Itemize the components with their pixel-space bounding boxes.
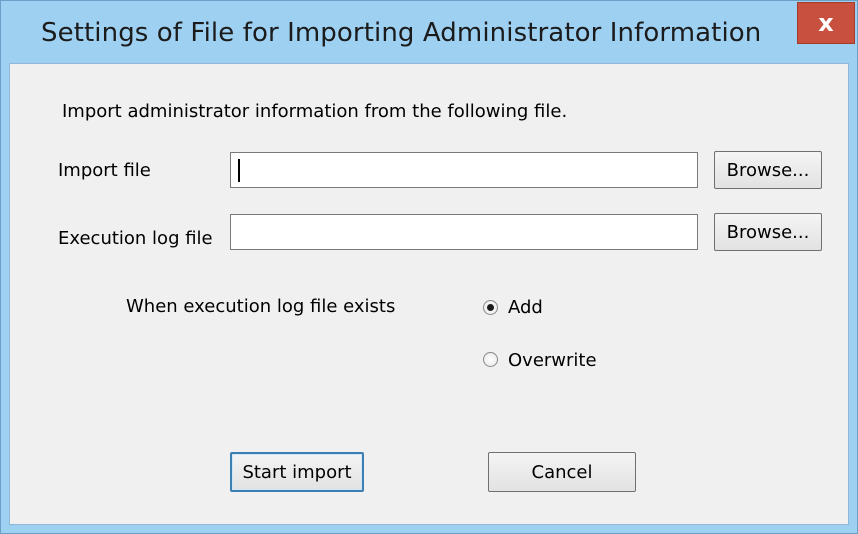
import-file-label: Import file	[58, 160, 151, 181]
add-radio-label[interactable]: Add	[508, 297, 543, 318]
add-radio[interactable]	[483, 300, 498, 315]
close-icon: x	[818, 9, 834, 37]
execution-log-file-label: Execution log file	[58, 228, 213, 249]
log-exists-label: When execution log file exists	[126, 296, 396, 317]
import-file-browse-button[interactable]: Browse...	[714, 151, 822, 189]
dialog-title: Settings of File for Importing Administr…	[41, 18, 762, 48]
text-caret	[238, 159, 240, 182]
close-button[interactable]: x	[797, 2, 855, 44]
overwrite-radio[interactable]	[483, 352, 498, 367]
intro-text: Import administrator information from th…	[62, 101, 568, 122]
execution-log-file-input[interactable]	[230, 214, 698, 250]
cancel-button[interactable]: Cancel	[488, 452, 636, 492]
execution-log-file-browse-button[interactable]: Browse...	[714, 213, 822, 251]
import-file-input[interactable]	[230, 152, 698, 188]
start-import-button[interactable]: Start import	[230, 452, 364, 492]
dialog-body: Import administrator information from th…	[9, 63, 849, 525]
overwrite-radio-label[interactable]: Overwrite	[508, 350, 597, 371]
import-settings-dialog: Settings of File for Importing Administr…	[0, 0, 858, 534]
